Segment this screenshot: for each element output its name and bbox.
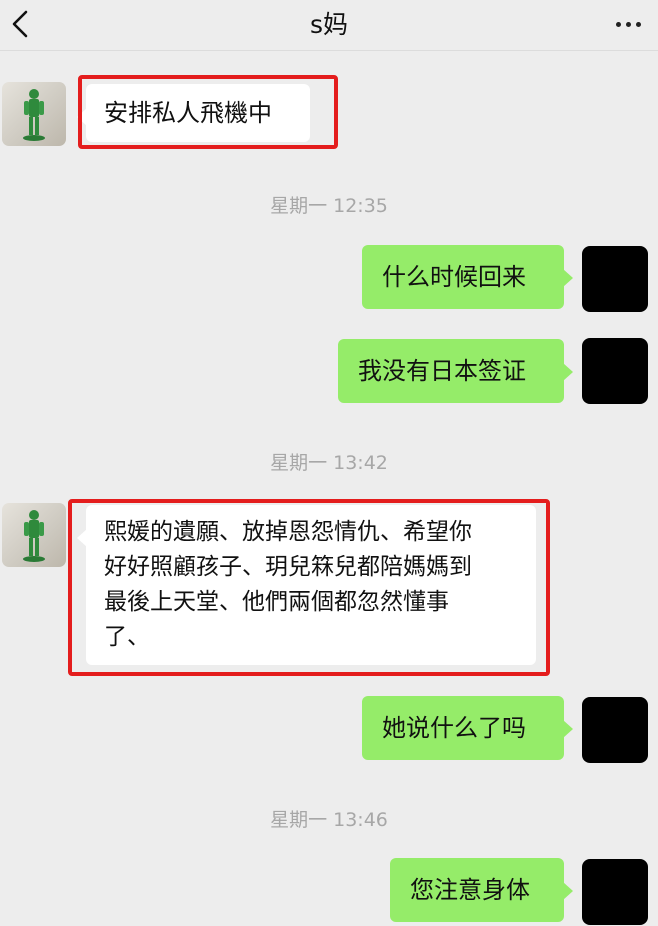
my-avatar[interactable] xyxy=(582,859,648,925)
message-bubble-sent[interactable]: 您注意身体 xyxy=(390,858,573,922)
figurine-avatar-icon xyxy=(23,510,45,562)
message-text: 她说什么了吗 xyxy=(382,714,526,742)
timestamp: 星期一 13:42 xyxy=(270,452,388,474)
message-line: 好好照顧孩子、玥兒箖兒都陪媽媽到 xyxy=(104,554,472,580)
figurine-avatar-icon xyxy=(23,89,45,141)
message-text: 您注意身体 xyxy=(410,876,530,904)
my-avatar[interactable] xyxy=(582,246,648,312)
message-line: 熙媛的遺願、放掉恩怨情仇、希望你 xyxy=(104,519,472,545)
message-text: 什么时候回来 xyxy=(382,263,526,291)
message-line: 最後上天堂、他們兩個都忽然懂事 xyxy=(104,589,449,615)
message-bubble-received[interactable]: 熙媛的遺願、放掉恩怨情仇、希望你 好好照顧孩子、玥兒箖兒都陪媽媽到 最後上天堂、… xyxy=(77,505,536,665)
more-dots-icon xyxy=(615,21,621,27)
message-text: 我没有日本签证 xyxy=(358,357,526,385)
contact-avatar[interactable] xyxy=(2,503,66,567)
message-text: 安排私人飛機中 xyxy=(104,99,272,127)
top-bar: s妈 xyxy=(0,0,658,51)
timestamp: 星期一 13:46 xyxy=(270,809,388,831)
more-options-button[interactable] xyxy=(608,10,648,38)
chat-title: s妈 xyxy=(309,10,349,39)
contact-avatar[interactable] xyxy=(2,82,66,146)
message-bubble-received[interactable]: 安排私人飛機中 xyxy=(77,84,310,142)
message-bubble-sent[interactable]: 她说什么了吗 xyxy=(362,696,573,760)
message-bubble-sent[interactable]: 我没有日本签证 xyxy=(338,339,573,403)
my-avatar[interactable] xyxy=(582,697,648,763)
message-line: 了、 xyxy=(104,624,150,650)
message-bubble-sent[interactable]: 什么时候回来 xyxy=(362,245,573,309)
my-avatar[interactable] xyxy=(582,338,648,404)
timestamp: 星期一 12:35 xyxy=(270,195,388,217)
